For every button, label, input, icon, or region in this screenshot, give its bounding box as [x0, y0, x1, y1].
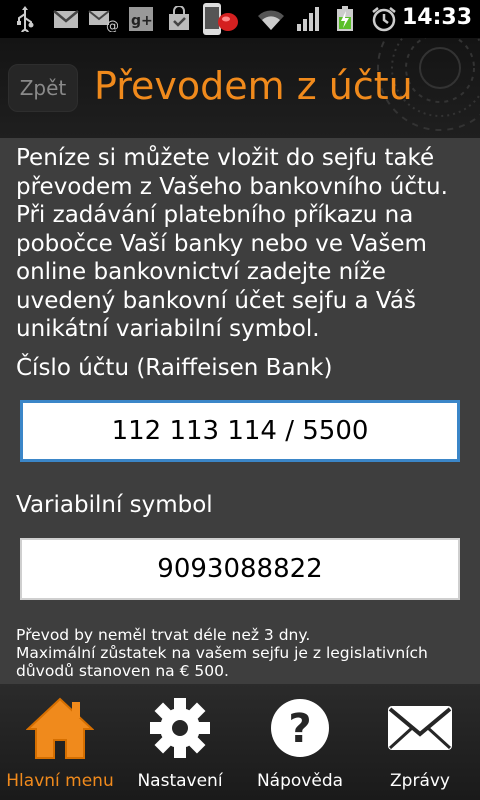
account-number-field[interactable]: 112 113 114 / 5500 [20, 400, 460, 462]
email-icon: @ [88, 10, 118, 32]
alarm-icon [372, 7, 396, 32]
nav-item-home[interactable]: Hlavní menu [0, 684, 120, 800]
svg-text:@: @ [106, 19, 118, 32]
signal-icon [297, 7, 319, 31]
variable-symbol-label: Variabilní symbol [16, 492, 213, 518]
nav-item-help[interactable]: ? Nápověda [240, 684, 360, 800]
home-icon [26, 697, 94, 759]
clock: 14:33 [401, 5, 472, 30]
intro-text: Peníze si můžete vložit do sejfu také př… [16, 145, 448, 342]
status-bar: @ g+ 14:33 [0, 0, 480, 38]
usb-icon [17, 6, 34, 32]
note-max-balance: Maximální zůstatek na vašem sejfu je z l… [16, 644, 428, 680]
account-label: Číslo účtu (Raiffeisen Bank) [16, 355, 333, 381]
note-transfer-time: Převod by neměl trvat déle než 3 dny. [16, 626, 311, 644]
wifi-icon [258, 10, 284, 30]
nav-label-settings: Nastavení [137, 771, 223, 791]
variable-symbol-field[interactable]: 9093088822 [20, 538, 460, 600]
bottom-navigation: Hlavní menu Nastavení ? Nápověda Zprávy [0, 684, 480, 800]
nav-label-help: Nápověda [256, 771, 344, 791]
nav-item-settings[interactable]: Nastavení [120, 684, 240, 800]
battery-icon [337, 6, 353, 31]
header-bar: Zpět Převodem z účtu [0, 38, 480, 138]
svg-text:g+: g+ [131, 13, 153, 29]
page-title: Převodem z účtu [94, 64, 413, 108]
svg-text:?: ? [288, 706, 311, 752]
back-button[interactable]: Zpět [8, 64, 78, 112]
nav-label-messages: Zprávy [390, 771, 450, 791]
gear-icon [150, 698, 210, 758]
nav-label-home: Hlavní menu [6, 771, 114, 791]
envelope-icon [388, 706, 452, 750]
nav-item-messages[interactable]: Zprávy [360, 684, 480, 800]
google-plus-icon: g+ [129, 7, 153, 31]
phone-icon [203, 3, 238, 35]
help-icon: ? [271, 699, 329, 757]
gmail-icon [53, 10, 79, 28]
bag-icon [169, 6, 189, 30]
info-note: Převod by neměl trvat déle než 3 dny. Ma… [16, 626, 476, 680]
